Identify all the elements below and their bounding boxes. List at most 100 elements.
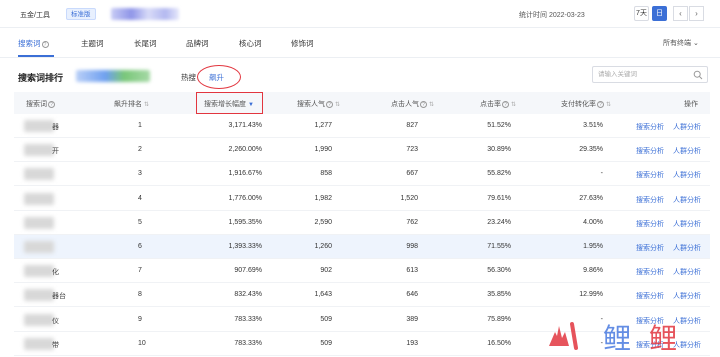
keyword-search-input[interactable] <box>598 69 690 80</box>
keyword-blurred <box>24 265 54 278</box>
table-row: 开 2 2,260.00% 1,990 723 30.89% 29.35% 搜索分析 人群分析 <box>14 138 710 163</box>
audience-analysis-link[interactable]: 人群分析 <box>673 195 701 205</box>
growth-cell: 1,916.67% <box>228 170 262 178</box>
terminal-select[interactable]: 所有终端 ⌄ <box>663 38 699 48</box>
search-analysis-link[interactable]: 搜索分析 <box>636 195 664 205</box>
conversion-cell: 9.86% <box>583 267 603 275</box>
click-popularity-cell: 667 <box>406 170 418 178</box>
tab-long-tail-term[interactable]: 长尾词 <box>134 38 157 49</box>
help-icon: ? <box>48 101 55 108</box>
chevron-left-icon: ‹ <box>679 9 682 18</box>
red-box-annotation <box>196 92 263 114</box>
click-popularity-cell: 723 <box>406 146 418 154</box>
tab-core-term[interactable]: 核心词 <box>239 38 262 49</box>
category-breadcrumb[interactable]: 五金/工具 <box>20 10 50 20</box>
click-popularity-cell: 1,520 <box>400 194 418 202</box>
table-row: 3 1,916.67% 858 667 55.82% - 搜索分析 人群分析 <box>14 162 710 187</box>
search-popularity-cell: 509 <box>320 315 332 323</box>
search-analysis-link[interactable]: 搜索分析 <box>636 219 664 229</box>
header-conversion[interactable]: 支付转化率? ⇅ <box>561 99 611 109</box>
keyword-type-tabs: 搜索词? 主题词 长尾词 品牌词 核心词 修饰词 所有终端 ⌄ <box>0 28 720 58</box>
search-popularity-cell: 1,982 <box>314 194 332 202</box>
search-popularity-cell: 858 <box>320 170 332 178</box>
search-analysis-link[interactable]: 搜索分析 <box>636 122 664 132</box>
click-popularity-cell: 762 <box>406 218 418 226</box>
growth-cell: 783.33% <box>234 339 262 347</box>
segment-hot-search[interactable]: 热搜 <box>181 72 196 83</box>
header-action: 操作 <box>684 101 698 108</box>
fire-icon <box>549 322 578 350</box>
tab-search-term[interactable]: 搜索词? <box>18 38 49 49</box>
section-title: 搜索词排行 <box>18 73 64 83</box>
search-icon[interactable] <box>693 70 703 80</box>
ctr-cell: 23.24% <box>487 218 511 226</box>
rank-cell: 6 <box>138 243 142 250</box>
conversion-cell: 29.35% <box>579 146 603 154</box>
table-row: 5 1,595.35% 2,590 762 23.24% 4.00% 搜索分析 人群分析 <box>14 211 710 235</box>
prev-date-button[interactable]: ‹ <box>673 6 688 21</box>
rank-cell: 10 <box>138 339 146 347</box>
tab-brand-term[interactable]: 品牌词 <box>186 38 209 49</box>
tab-modifier-term[interactable]: 修饰词 <box>291 38 314 49</box>
edition-badge: 标准版 <box>66 8 96 20</box>
audience-analysis-link[interactable]: 人群分析 <box>673 267 701 277</box>
search-analysis-link[interactable]: 搜索分析 <box>636 243 664 253</box>
rank-cell: 3 <box>138 170 142 178</box>
watermark-logo: 鲤 鲤 <box>549 322 677 354</box>
stat-time-label: 统计时间 2022-03-23 <box>519 12 585 19</box>
help-icon: ? <box>326 101 333 108</box>
table-row: 4 1,776.00% 1,982 1,520 79.61% 27.63% 搜索分析 人群分析 <box>14 187 710 211</box>
keyword-cell[interactable]: 器 <box>52 122 59 132</box>
growth-cell: 783.33% <box>234 315 262 323</box>
keyword-cell[interactable]: 化 <box>52 267 59 277</box>
sort-icon[interactable]: ⇅ <box>511 101 516 108</box>
help-icon: ? <box>41 41 49 48</box>
search-analysis-link[interactable]: 搜索分析 <box>636 170 664 180</box>
search-analysis-link[interactable]: 搜索分析 <box>636 267 664 277</box>
header-rank[interactable]: 飙升排名 ⇅ <box>114 99 149 109</box>
conversion-cell: 1.95% <box>583 243 603 250</box>
rank-cell: 8 <box>138 291 142 299</box>
audience-analysis-link[interactable]: 人群分析 <box>673 146 701 156</box>
tab-theme-term[interactable]: 主题词 <box>81 38 104 49</box>
watermark-char: 鲤 <box>603 322 631 354</box>
search-popularity-cell: 1,277 <box>314 122 332 129</box>
audience-analysis-link[interactable]: 人群分析 <box>673 243 701 253</box>
keyword-search-box[interactable] <box>592 66 708 83</box>
click-popularity-cell: 613 <box>406 267 418 275</box>
next-date-button[interactable]: › <box>689 6 704 21</box>
keyword-blurred <box>24 144 54 157</box>
search-popularity-cell: 509 <box>320 339 332 347</box>
keyword-cell[interactable]: 器台 <box>52 291 66 301</box>
header-click-popularity[interactable]: 点击人气? ⇅ <box>391 99 434 109</box>
period-day-button[interactable]: 日 <box>652 6 667 21</box>
conversion-cell: 4.00% <box>583 218 603 226</box>
audience-analysis-link[interactable]: 人群分析 <box>673 170 701 180</box>
ranking-section-header: 搜索词排行 热搜 飙升 <box>0 58 720 92</box>
period-7day-button[interactable]: 7天 <box>634 6 649 21</box>
header-ctr[interactable]: 点击率? ⇅ <box>480 99 516 109</box>
search-analysis-link[interactable]: 搜索分析 <box>636 146 664 156</box>
click-popularity-cell: 998 <box>406 243 418 250</box>
watermark-char: 鲤 <box>649 322 677 354</box>
search-popularity-cell: 902 <box>320 267 332 275</box>
audience-analysis-link[interactable]: 人群分析 <box>673 122 701 132</box>
sort-icon[interactable]: ⇅ <box>429 101 434 108</box>
search-analysis-link[interactable]: 搜索分析 <box>636 291 664 301</box>
rank-cell: 7 <box>138 267 142 275</box>
ctr-cell: 71.55% <box>487 243 511 250</box>
keyword-cell[interactable]: 带 <box>52 340 59 350</box>
growth-cell: 1,393.33% <box>228 243 262 250</box>
sort-icon[interactable]: ⇅ <box>144 101 149 108</box>
keyword-cell[interactable]: 开 <box>52 146 59 156</box>
keyword-cell[interactable]: 仪 <box>52 316 59 326</box>
keyword-blurred <box>24 313 54 326</box>
header-search-popularity[interactable]: 搜索人气? ⇅ <box>297 99 340 109</box>
sort-icon[interactable]: ⇅ <box>335 101 340 108</box>
sort-icon[interactable]: ⇅ <box>606 101 611 108</box>
red-circle-annotation <box>197 65 241 89</box>
audience-analysis-link[interactable]: 人群分析 <box>673 291 701 301</box>
keyword-blurred <box>24 289 54 302</box>
audience-analysis-link[interactable]: 人群分析 <box>673 219 701 229</box>
chevron-right-icon: › <box>695 9 698 18</box>
